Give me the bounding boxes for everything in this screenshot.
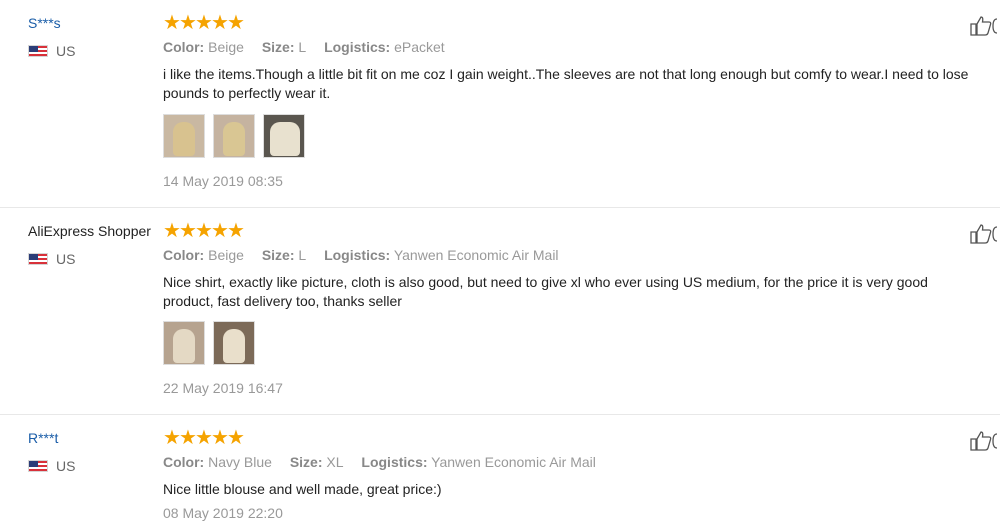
color-label: Color: (163, 247, 205, 263)
review-text-line: pounds to perfectly wear it. (163, 85, 331, 101)
review-photos (163, 321, 263, 365)
color-label: Color: (163, 39, 205, 55)
logistics-value: Yanwen Economic Air Mail (431, 454, 596, 470)
country-code: US (56, 458, 76, 474)
star-icon: ★ (195, 427, 213, 449)
logistics-label: Logistics: (324, 39, 391, 55)
review-date: 22 May 2019 16:47 (163, 380, 283, 396)
color-label: Color: (163, 454, 205, 470)
star-icon: ★ (227, 12, 245, 34)
star-icon: ★ (163, 12, 181, 34)
star-icon: ★ (211, 220, 229, 242)
thumbs-up-icon[interactable] (970, 224, 1000, 244)
review-photo[interactable] (163, 114, 205, 158)
color-value: Beige (208, 247, 244, 263)
star-icon: ★ (227, 427, 245, 449)
review-photos (163, 114, 313, 158)
star-rating: ★ ★ ★ ★ ★ (163, 12, 245, 34)
review-text-line: Nice little blouse and well made, great … (163, 481, 442, 497)
review-text-line: Nice shirt, exactly like picture, cloth … (163, 274, 928, 290)
star-rating: ★ ★ ★ ★ ★ (163, 427, 245, 449)
country-code: US (56, 251, 76, 267)
size-label: Size: (261, 247, 295, 263)
reviewer-country: US (28, 43, 75, 59)
order-info: Color: Navy Blue Size: XL Logistics: Yan… (163, 454, 610, 470)
star-rating: ★ ★ ★ ★ ★ (163, 220, 245, 242)
star-icon: ★ (227, 220, 245, 242)
color-value: Beige (208, 39, 244, 55)
star-icon: ★ (179, 427, 197, 449)
size-value: XL (326, 454, 344, 470)
size-label: Size: (289, 454, 323, 470)
country-code: US (56, 43, 76, 59)
review-text: Nice little blouse and well made, great … (163, 480, 442, 499)
size-value: L (298, 39, 307, 55)
star-icon: ★ (179, 220, 197, 242)
review-divider (0, 207, 1000, 208)
review-date: 14 May 2019 08:35 (163, 173, 283, 189)
logistics-label: Logistics: (324, 247, 391, 263)
star-icon: ★ (211, 427, 229, 449)
reviewer-name[interactable]: R***t (28, 430, 58, 446)
review-divider (0, 414, 1000, 415)
thumbs-up-icon[interactable] (970, 431, 1000, 451)
us-flag-icon (28, 460, 48, 472)
logistics-label: Logistics: (361, 454, 428, 470)
order-info: Color: Beige Size: L Logistics: ePacket (163, 39, 459, 55)
reviewer-country: US (28, 251, 75, 267)
star-icon: ★ (195, 220, 213, 242)
reviewer-name: AliExpress Shopper (28, 223, 151, 239)
star-icon: ★ (211, 12, 229, 34)
review-photo[interactable] (263, 114, 305, 158)
color-value: Navy Blue (208, 454, 272, 470)
review-text: Nice shirt, exactly like picture, cloth … (163, 273, 928, 311)
star-icon: ★ (195, 12, 213, 34)
order-info: Color: Beige Size: L Logistics: Yanwen E… (163, 247, 573, 263)
reviewer-name[interactable]: S***s (28, 15, 61, 31)
star-icon: ★ (163, 220, 181, 242)
review-photo[interactable] (213, 114, 255, 158)
logistics-value: ePacket (394, 39, 445, 55)
us-flag-icon (28, 253, 48, 265)
review-text-line: product, fast delivery too, thanks selle… (163, 293, 402, 309)
star-icon: ★ (163, 427, 181, 449)
review-photo[interactable] (163, 321, 205, 365)
thumbs-up-icon[interactable] (970, 16, 1000, 36)
review-text: i like the items.Though a little bit fit… (163, 65, 968, 103)
review-text-line: i like the items.Though a little bit fit… (163, 66, 969, 82)
us-flag-icon (28, 45, 48, 57)
review-photo[interactable] (213, 321, 255, 365)
size-label: Size: (261, 39, 295, 55)
review-date: 08 May 2019 22:20 (163, 505, 283, 521)
logistics-value: Yanwen Economic Air Mail (393, 247, 559, 263)
star-icon: ★ (179, 12, 197, 34)
reviewer-country: US (28, 458, 75, 474)
size-value: L (298, 247, 307, 263)
